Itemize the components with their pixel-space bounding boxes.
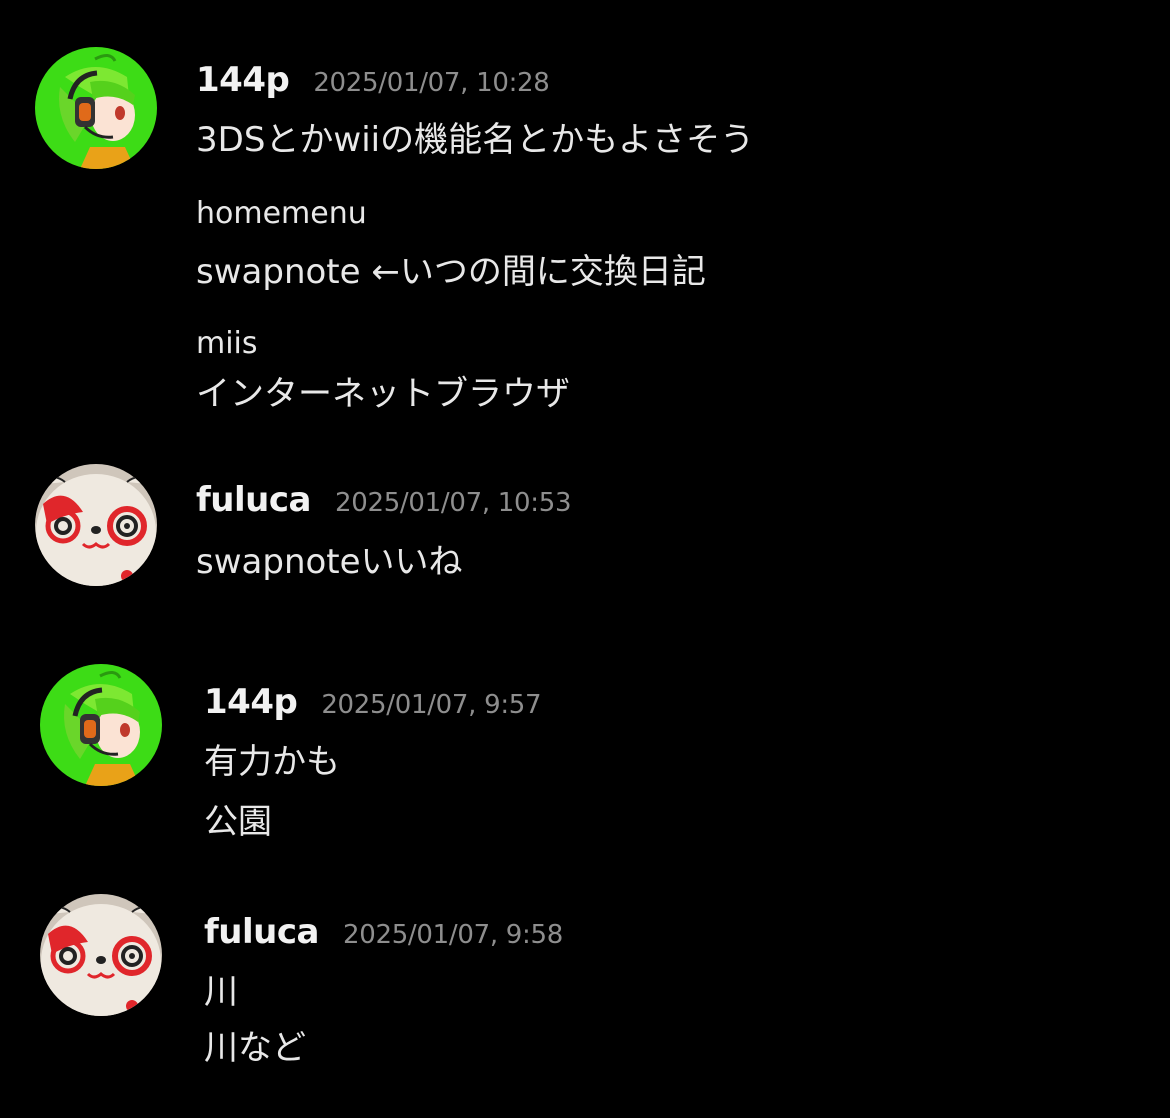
message-header: fuluca 2025/01/07, 9:58 — [204, 912, 563, 952]
user-avatar[interactable] — [40, 664, 162, 786]
timestamp: 2025/01/07, 9:58 — [342, 920, 563, 950]
message-text: 川など — [204, 1028, 306, 1068]
message-text: インターネットブラウザ — [196, 374, 570, 414]
timestamp: 2025/01/07, 10:28 — [313, 68, 550, 98]
user-avatar[interactable] — [35, 47, 157, 169]
username[interactable]: fuluca — [196, 480, 311, 520]
timestamp: 2025/01/07, 9:57 — [321, 690, 542, 720]
timestamp: 2025/01/07, 10:53 — [334, 488, 572, 518]
message-text: 川 — [204, 972, 238, 1012]
username[interactable]: 144p — [196, 60, 290, 100]
message-header: 144p 2025/01/07, 9:57 — [204, 682, 542, 722]
message-header: 144p 2025/01/07, 10:28 — [196, 60, 550, 100]
green-hair-character-avatar-icon — [40, 664, 162, 786]
message-text: swapnoteいいね — [196, 542, 463, 582]
username[interactable]: fuluca — [204, 912, 319, 952]
green-hair-character-avatar-icon — [35, 47, 157, 169]
swirl-panda-avatar-icon — [35, 464, 157, 586]
user-avatar[interactable] — [40, 894, 162, 1016]
message-header: fuluca 2025/01/07, 10:53 — [196, 480, 571, 520]
username[interactable]: 144p — [204, 682, 298, 722]
message-text: 有力かも — [204, 742, 340, 782]
message-text: swapnote ←いつの間に交換日記 — [196, 252, 706, 292]
message-text: miis — [196, 326, 258, 361]
swirl-panda-avatar-icon — [40, 894, 162, 1016]
message-text: homemenu — [196, 196, 367, 231]
user-avatar[interactable] — [35, 464, 157, 586]
message-text: 3DSとかwiiの機能名とかもよさそう — [196, 120, 755, 160]
message-text: 公園 — [204, 802, 272, 842]
